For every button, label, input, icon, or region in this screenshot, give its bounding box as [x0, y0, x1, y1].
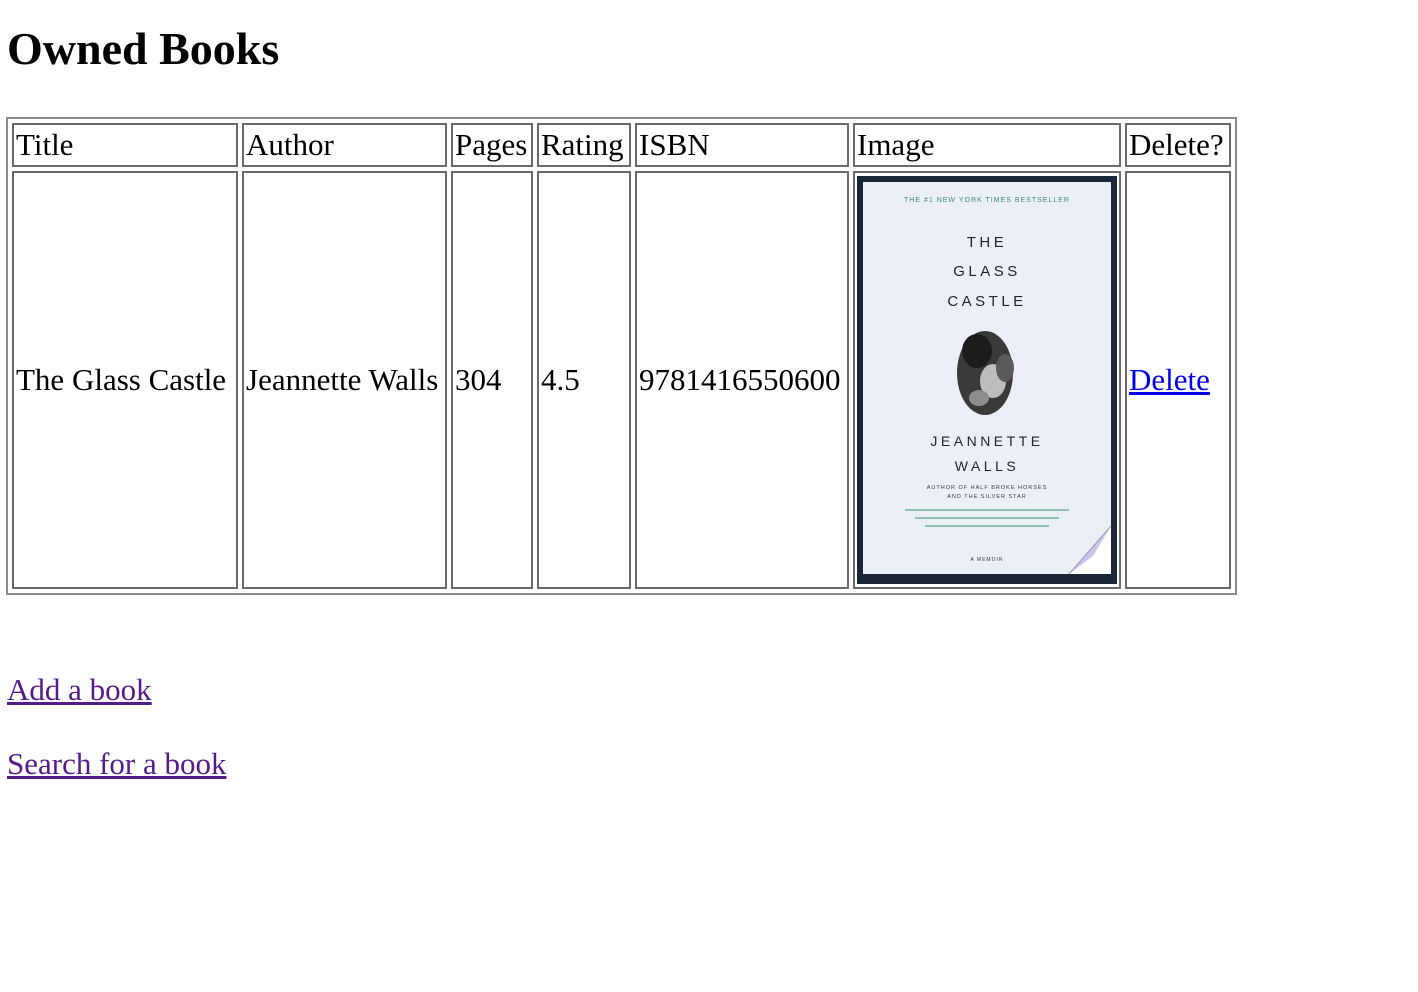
cover-title-line3: CASTLE	[947, 293, 1026, 310]
cover-credit-line1: AUTHOR OF HALF BROKE HORSES	[927, 485, 1048, 491]
cell-pages: 304	[451, 171, 533, 589]
column-header-title: Title	[12, 123, 238, 167]
cover-footer-text: A MEMOIR	[970, 557, 1003, 563]
column-header-author: Author	[242, 123, 447, 167]
cover-credit-line2: AND THE SILVER STAR	[947, 494, 1027, 500]
book-cover-image: THE #1 NEW YORK TIMES BESTSELLER THE GLA…	[857, 176, 1117, 584]
table-row: The Glass Castle Jeannette Walls 304 4.5…	[12, 171, 1231, 589]
cell-rating: 4.5	[537, 171, 631, 589]
search-book-link[interactable]: Search for a book	[7, 746, 227, 781]
cell-isbn: 9781416550600	[635, 171, 849, 589]
table-header-row: Title Author Pages Rating ISBN Image Del…	[12, 123, 1231, 167]
delete-book-link[interactable]: Delete	[1129, 362, 1210, 397]
page-title: Owned Books	[7, 23, 280, 74]
cover-author-line1: JEANNETTE	[930, 433, 1043, 449]
column-header-delete: Delete?	[1125, 123, 1231, 167]
owned-books-table: Title Author Pages Rating ISBN Image Del…	[6, 117, 1237, 595]
cell-image: THE #1 NEW YORK TIMES BESTSELLER THE GLA…	[853, 171, 1121, 589]
cell-title: The Glass Castle	[12, 171, 238, 589]
column-header-pages: Pages	[451, 123, 533, 167]
column-header-rating: Rating	[537, 123, 631, 167]
cell-delete: Delete	[1125, 171, 1231, 589]
cover-title-line1: THE	[967, 234, 1008, 251]
cell-author: Jeannette Walls	[242, 171, 447, 589]
cover-banner-text: THE #1 NEW YORK TIMES BESTSELLER	[904, 197, 1070, 204]
cover-title-line2: GLASS	[953, 263, 1021, 280]
search-book-container: Search for a book	[7, 746, 227, 782]
add-book-container: Add a book	[7, 672, 152, 708]
column-header-isbn: ISBN	[635, 123, 849, 167]
cover-author-line2: WALLS	[955, 458, 1019, 474]
add-book-link[interactable]: Add a book	[7, 672, 152, 707]
column-header-image: Image	[853, 123, 1121, 167]
